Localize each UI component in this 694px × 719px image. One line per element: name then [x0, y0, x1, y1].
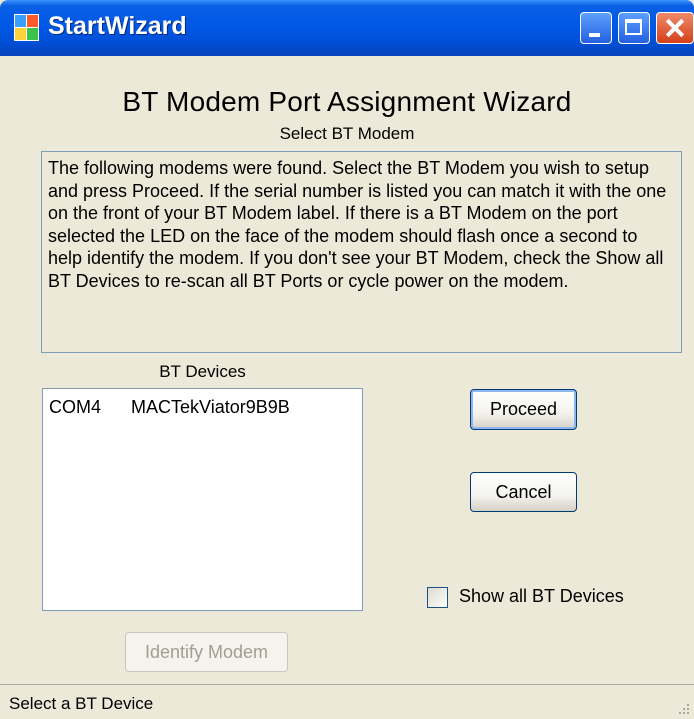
list-item[interactable]: COM4 MACTekViator9B9B [49, 397, 290, 418]
start-wizard-window: StartWizard BT Modem Port Assignment Wiz… [0, 0, 694, 719]
wizard-title: BT Modem Port Assignment Wizard [122, 86, 572, 117]
cancel-button[interactable]: Cancel [470, 472, 577, 512]
app-icon [14, 14, 39, 41]
instructions-text: The following modems were found. Select … [41, 151, 682, 353]
title-bar[interactable]: StartWizard [0, 0, 694, 56]
wizard-subtitle: Select BT Modem [279, 124, 415, 143]
devices-label: BT Devices [159, 362, 246, 381]
device-port: COM4 [49, 397, 102, 417]
status-bar: Select a BT Device [0, 684, 694, 719]
resize-grip-icon[interactable] [676, 702, 690, 716]
close-icon[interactable] [656, 12, 694, 44]
status-text: Select a BT Device [9, 694, 154, 713]
window-title: StartWizard [48, 12, 187, 40]
show-all-devices-label[interactable]: Show all BT Devices [459, 586, 624, 607]
minimize-icon[interactable] [580, 12, 612, 44]
identify-modem-button: Identify Modem [125, 632, 288, 672]
show-all-devices-checkbox[interactable] [427, 587, 448, 608]
devices-listbox[interactable]: COM4 MACTekViator9B9B [42, 388, 363, 611]
device-name: MACTekViator9B9B [131, 397, 290, 417]
proceed-button[interactable]: Proceed [470, 389, 577, 430]
maximize-icon[interactable] [618, 12, 650, 44]
